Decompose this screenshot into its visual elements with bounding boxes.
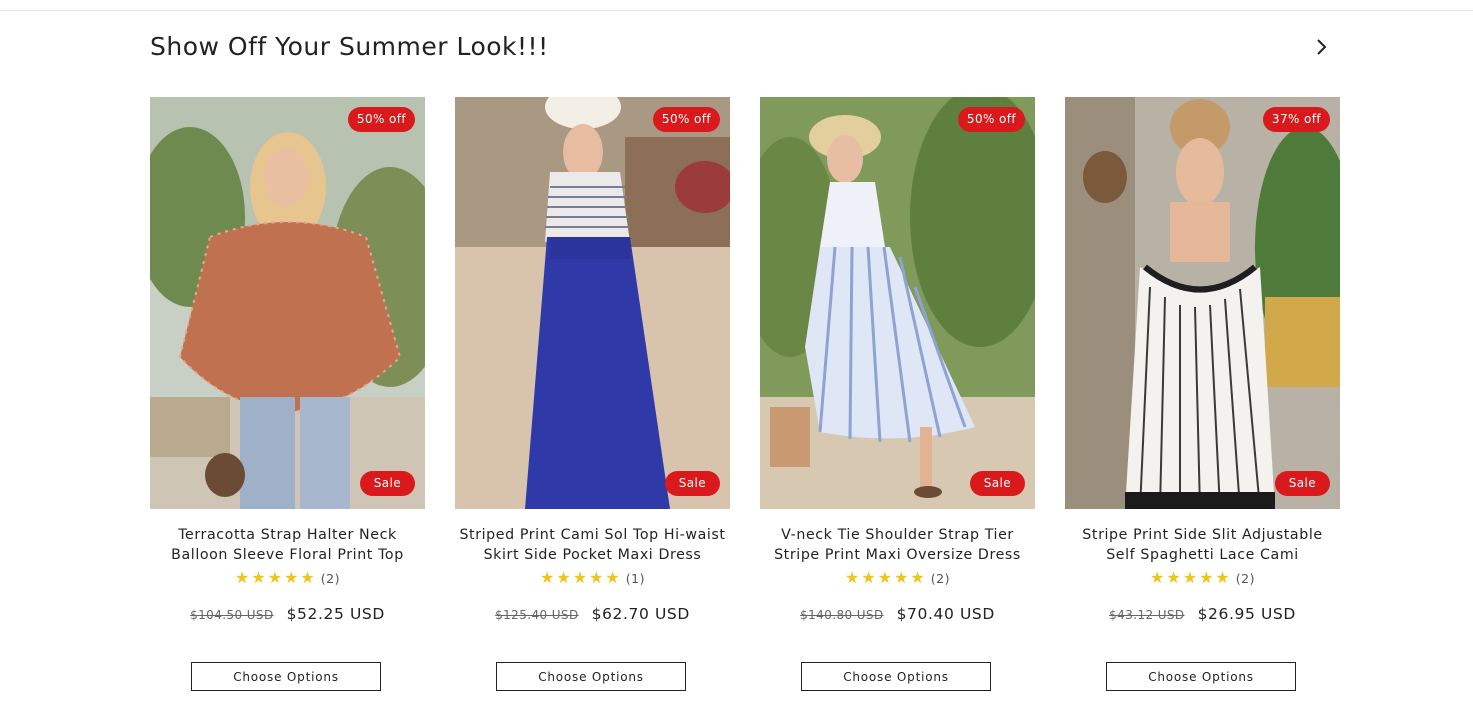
choose-options-button[interactable]: Choose Options [496,662,686,691]
product-title-line: Terracotta Strap Halter Neck [178,527,397,543]
product-image-link[interactable]: 50% off Sale [150,97,425,509]
choose-options-button[interactable]: Choose Options [801,662,991,691]
compare-at-price: $104.50 USD [190,608,274,622]
compare-at-price: $43.12 USD [1109,608,1185,622]
product-image-link[interactable]: 37% off Sale [1065,97,1340,509]
product-image [455,97,730,509]
review-count: (2) [1235,571,1255,586]
chevron-right-icon [1317,39,1327,55]
product-image-link[interactable]: 50% off Sale [760,97,1035,509]
product-title-line: Balloon Sleeve Floral Print Top [171,547,404,563]
section-title: Show Off Your Summer Look!!! [150,32,549,61]
product-title-line: Skirt Side Pocket Maxi Dress [483,547,702,563]
product-card: 37% off Sale Stripe Print Side Slit Adju… [1065,97,1340,697]
section-header: Show Off Your Summer Look!!! [150,30,1340,70]
product-rating: ★★★★★ (2) [150,569,425,589]
product-prices: $104.50 USD $52.25 USD [150,603,425,625]
sale-badge: Sale [359,471,415,496]
product-rating: ★★★★★ (2) [1065,569,1340,589]
sale-price: $62.70 USD [591,605,690,623]
product-title-line: Striped Print Cami Sol Top Hi-waist [459,527,726,543]
sale-price: $26.95 USD [1197,605,1296,623]
product-title-line: Self Spaghetti Lace Cami [1106,547,1299,563]
top-divider [0,10,1473,11]
product-prices: $140.80 USD $70.40 USD [760,603,1035,625]
choose-options-button[interactable]: Choose Options [1106,662,1296,691]
review-count: (1) [625,571,645,586]
rating-stars-icon: ★★★★★ [845,570,927,587]
discount-badge: 50% off [957,107,1025,132]
product-rating: ★★★★★ (2) [760,569,1035,589]
sale-badge: Sale [969,471,1025,496]
sale-price: $52.25 USD [286,605,385,623]
product-prices: $125.40 USD $62.70 USD [455,603,730,625]
product-prices: $43.12 USD $26.95 USD [1065,603,1340,625]
discount-badge: 50% off [652,107,720,132]
sale-badge: Sale [1274,471,1330,496]
review-count: (2) [320,571,340,586]
product-title[interactable]: Stripe Print Side Slit Adjustable Self S… [1065,525,1340,565]
discount-badge: 50% off [347,107,415,132]
product-card: 50% off Sale V-neck Tie Shoulder Strap T… [760,97,1035,697]
product-grid: 50% off Sale Terracotta Strap Halter Nec… [150,97,1340,697]
product-image [760,97,1035,509]
carousel-next-button[interactable] [1310,35,1334,59]
review-count: (2) [930,571,950,586]
sale-badge: Sale [664,471,720,496]
product-card: 50% off Sale Striped Print Cami Sol Top … [455,97,730,697]
product-image [1065,97,1340,509]
rating-stars-icon: ★★★★★ [540,570,622,587]
product-title-line: Stripe Print Side Slit Adjustable [1082,527,1323,543]
compare-at-price: $140.80 USD [800,608,884,622]
product-title-line: V-neck Tie Shoulder Strap Tier [781,527,1014,543]
discount-badge: 37% off [1262,107,1330,132]
compare-at-price: $125.40 USD [495,608,579,622]
rating-stars-icon: ★★★★★ [235,570,317,587]
rating-stars-icon: ★★★★★ [1150,570,1232,587]
product-image [150,97,425,509]
sale-price: $70.40 USD [896,605,995,623]
choose-options-button[interactable]: Choose Options [191,662,381,691]
product-title-line: Stripe Print Maxi Oversize Dress [774,547,1021,563]
product-rating: ★★★★★ (1) [455,569,730,589]
product-card: 50% off Sale Terracotta Strap Halter Nec… [150,97,425,697]
product-title[interactable]: Terracotta Strap Halter Neck Balloon Sle… [150,525,425,565]
product-image-link[interactable]: 50% off Sale [455,97,730,509]
product-title[interactable]: V-neck Tie Shoulder Strap Tier Stripe Pr… [760,525,1035,565]
product-title[interactable]: Striped Print Cami Sol Top Hi-waist Skir… [455,525,730,565]
